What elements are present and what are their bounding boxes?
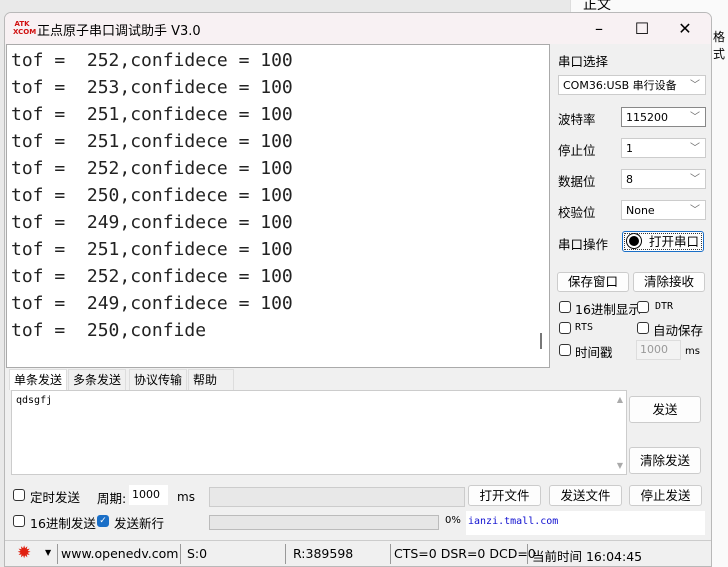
stop-send-button[interactable]: 停止发送 — [629, 485, 702, 506]
send-input[interactable]: qdsgfj ▲ ▼ — [11, 390, 627, 475]
data-bits-select[interactable]: 8 ﹀ — [621, 169, 706, 189]
auto-save-label: 自动保存 — [653, 323, 704, 338]
port-operation-label: 串口操作 — [558, 237, 609, 252]
title-bar: ATK XCOM 正点原子串口调试助手 V3.0 – ☐ ✕ — [5, 13, 711, 44]
chevron-down-icon: ﹀ — [690, 80, 700, 91]
receive-line: tof = 250,confidece = 100 — [11, 185, 293, 206]
parity-select[interactable]: None ﹀ — [621, 200, 706, 220]
send-newline-label: 发送新行 — [114, 516, 165, 531]
ad-link[interactable]: ianzi.tmall.com — [466, 511, 705, 535]
clear-receive-button[interactable]: 清除接收 — [633, 272, 705, 292]
hex-display-checkbox[interactable] — [559, 301, 571, 313]
send-newline-checkbox[interactable]: ✓ — [97, 515, 109, 527]
send-button[interactable]: 发送 — [629, 396, 701, 423]
maximize-button[interactable]: ☐ — [622, 17, 662, 41]
send-file-button[interactable]: 发送文件 — [549, 485, 622, 506]
send-text: qdsgfj — [16, 395, 53, 406]
chevron-down-icon: ﹀ — [690, 174, 700, 185]
receive-line: tof = 250,confide — [11, 320, 207, 341]
background-side-text: 格式 — [713, 30, 726, 61]
receive-line: tof = 251,confidece = 100 — [11, 131, 293, 152]
port-value: COM36:USB 串行设备 — [563, 79, 677, 92]
receive-line: tof = 251,confidece = 100 — [11, 104, 293, 125]
status-bar: ✹ ▼ www.openedv.com S:0 R:389598 CTS=0 D… — [5, 540, 711, 566]
open-port-label: 打开串口 — [648, 234, 699, 249]
hex-send-checkbox[interactable] — [13, 515, 25, 527]
chevron-down-icon: ﹀ — [690, 205, 700, 216]
receive-line: tof = 249,confidece = 100 — [11, 212, 293, 233]
settings-gear-icon[interactable]: ✹ — [17, 543, 31, 563]
baud-label: 波特率 — [558, 112, 596, 127]
tab-multi-send[interactable]: 多条发送 — [68, 369, 127, 390]
period-ms-label: ms — [177, 490, 195, 504]
stop-bits-label: 停止位 — [558, 143, 596, 158]
window-title: 正点原子串口调试助手 V3.0 — [37, 24, 201, 39]
tab-single-send[interactable]: 单条发送 — [9, 369, 68, 390]
chevron-down-icon: ﹀ — [690, 112, 700, 123]
scroll-up-icon[interactable]: ▲ — [617, 395, 623, 404]
file-path-field[interactable] — [209, 487, 465, 507]
open-file-button[interactable]: 打开文件 — [468, 485, 541, 506]
receive-line: tof = 252,confidece = 100 — [11, 158, 293, 179]
hex-send-label: 16进制发送 — [30, 516, 96, 531]
receive-area[interactable]: tof = 252,confidece = 100 tof = 253,conf… — [6, 44, 550, 368]
clear-send-button[interactable]: 清除发送 — [629, 447, 701, 474]
chevron-down-icon: ﹀ — [690, 143, 700, 154]
timestamp-input[interactable]: 1000 — [636, 340, 681, 360]
timestamp-checkbox[interactable] — [559, 344, 571, 356]
rts-checkbox[interactable] — [559, 322, 571, 334]
receive-line: tof = 253,confidece = 100 — [11, 77, 293, 98]
xcom-window: ATK XCOM 正点原子串口调试助手 V3.0 – ☐ ✕ tof = 252,… — [4, 12, 712, 567]
baud-select[interactable]: 115200 ﹀ — [621, 107, 706, 127]
sent-count: S:0 — [187, 546, 208, 561]
app-logo: ATK XCOM — [13, 20, 37, 36]
parity-label: 校验位 — [558, 205, 596, 220]
close-button[interactable]: ✕ — [665, 17, 705, 41]
minimize-button[interactable]: – — [579, 17, 619, 41]
period-input[interactable]: 1000 — [129, 485, 168, 505]
receive-line: tof = 252,confidece = 100 — [11, 266, 293, 287]
receive-scrollbar[interactable] — [540, 333, 542, 349]
timed-send-checkbox[interactable] — [13, 489, 25, 501]
receive-line: tof = 252,confidece = 100 — [11, 50, 293, 71]
data-bits-label: 数据位 — [558, 174, 596, 189]
current-time: 当前时间 16:04:45 — [532, 549, 643, 564]
dtr-checkbox[interactable] — [637, 301, 649, 313]
receive-line: tof = 251,confidece = 100 — [11, 239, 293, 260]
dropdown-arrow-icon[interactable]: ▼ — [45, 548, 51, 557]
baud-value: 115200 — [626, 111, 668, 124]
data-bits-value: 8 — [626, 173, 633, 186]
timestamp-label: 时间戳 — [575, 345, 613, 360]
port-label: 串口选择 — [558, 54, 609, 69]
port-select[interactable]: COM36:USB 串行设备 ﹀ — [558, 75, 706, 95]
send-progress-track — [209, 515, 439, 530]
tab-help[interactable]: 帮助 — [188, 369, 234, 390]
auto-save-checkbox[interactable] — [637, 322, 649, 334]
signal-status: CTS=0 DSR=0 DCD=0 — [394, 546, 536, 561]
website-link[interactable]: www.openedv.com — [61, 546, 178, 561]
hex-display-label: 16进制显示 — [575, 302, 641, 317]
timed-send-label: 定时发送 — [30, 490, 81, 505]
save-window-button[interactable]: 保存窗口 — [557, 272, 629, 292]
period-label: 周期: — [97, 491, 127, 506]
parity-value: None — [626, 204, 655, 217]
stop-bits-select[interactable]: 1 ﹀ — [621, 138, 706, 158]
progress-percent: 0% — [445, 515, 461, 526]
scroll-down-icon[interactable]: ▼ — [617, 461, 623, 470]
received-count: R:389598 — [293, 546, 354, 561]
timestamp-ms-label: ms — [685, 346, 700, 357]
stop-bits-value: 1 — [626, 142, 633, 155]
rts-label: RTS — [575, 322, 594, 333]
dtr-label: DTR — [655, 301, 674, 312]
receive-line: tof = 249,confidece = 100 — [11, 293, 293, 314]
port-status-icon — [626, 234, 641, 248]
tab-protocol[interactable]: 协议传输 — [129, 369, 188, 390]
open-port-button[interactable]: 打开串口 — [622, 231, 704, 252]
